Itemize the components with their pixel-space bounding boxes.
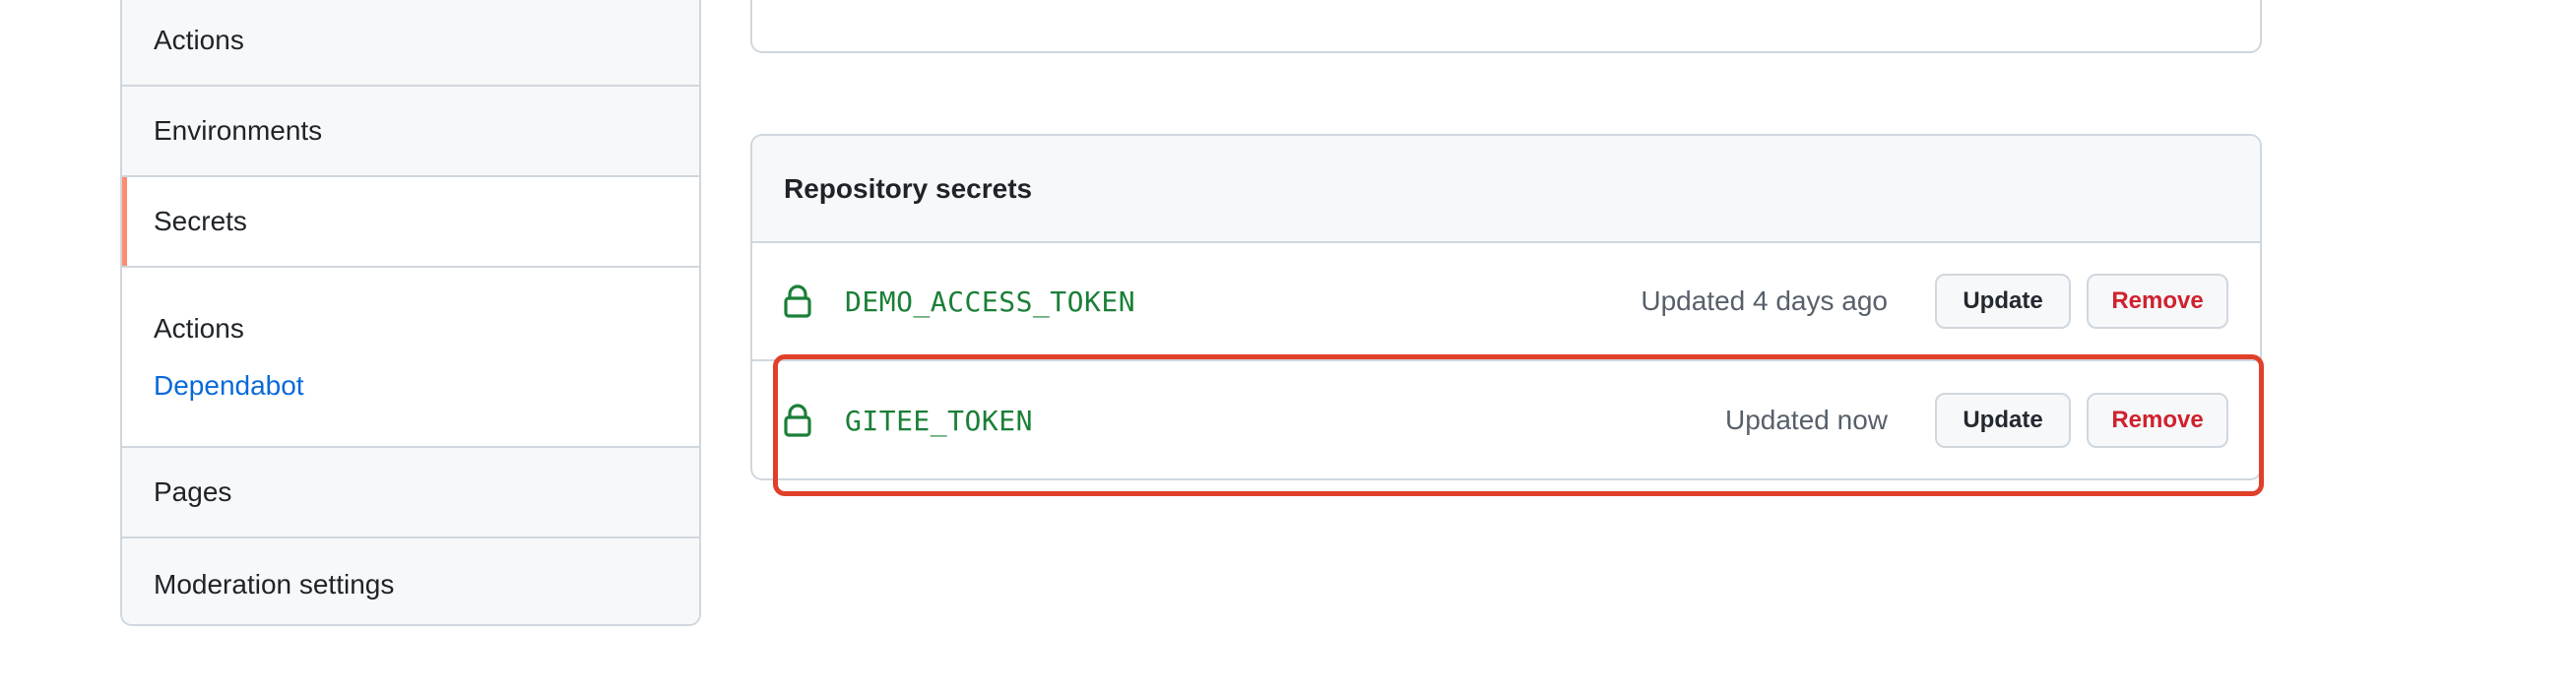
secret-updated-time: Updated 4 days ago (1641, 285, 1888, 316)
update-secret-button[interactable]: Update (1935, 274, 2071, 329)
subnav-link-dependabot[interactable]: Dependabot (154, 366, 304, 406)
sidebar-item-label: Environments (154, 115, 323, 146)
previous-section-card (750, 0, 2262, 53)
sidebar-item-moderation-settings[interactable]: Moderation settings (122, 538, 699, 624)
update-secret-button[interactable]: Update (1935, 393, 2071, 448)
sidebar-item-label: Secrets (154, 206, 247, 236)
settings-sidebar: Actions Environments Secrets Actions Dep… (120, 0, 701, 626)
lock-icon (784, 404, 811, 437)
sidebar-item-label: Moderation settings (154, 568, 395, 600)
secret-row: DEMO_ACCESS_TOKEN Updated 4 days ago Upd… (752, 243, 2260, 361)
secret-row: GITEE_TOKEN Updated now Update Remove (752, 361, 2260, 478)
secrets-subnav: Actions Dependabot (122, 268, 699, 448)
settings-page: Actions Environments Secrets Actions Dep… (0, 0, 2576, 695)
repository-secrets-header: Repository secrets (752, 136, 2260, 243)
secret-name: DEMO_ACCESS_TOKEN (845, 284, 1136, 318)
sidebar-item-environments[interactable]: Environments (122, 87, 699, 177)
secret-name: GITEE_TOKEN (845, 404, 1033, 437)
sidebar-item-label: Actions (154, 25, 244, 55)
sidebar-item-pages[interactable]: Pages (122, 448, 699, 538)
repository-secrets-box: Repository secrets DEMO_ACCESS_TOKEN Upd… (750, 134, 2262, 480)
remove-secret-button[interactable]: Remove (2087, 393, 2228, 448)
sidebar-item-label: Pages (154, 476, 232, 507)
lock-icon (784, 284, 811, 318)
secret-updated-time: Updated now (1724, 405, 1888, 435)
sidebar-item-actions[interactable]: Actions (122, 0, 699, 87)
sidebar-item-secrets[interactable]: Secrets (122, 177, 699, 268)
subnav-item-actions[interactable]: Actions (154, 309, 699, 348)
remove-secret-button[interactable]: Remove (2087, 274, 2228, 329)
